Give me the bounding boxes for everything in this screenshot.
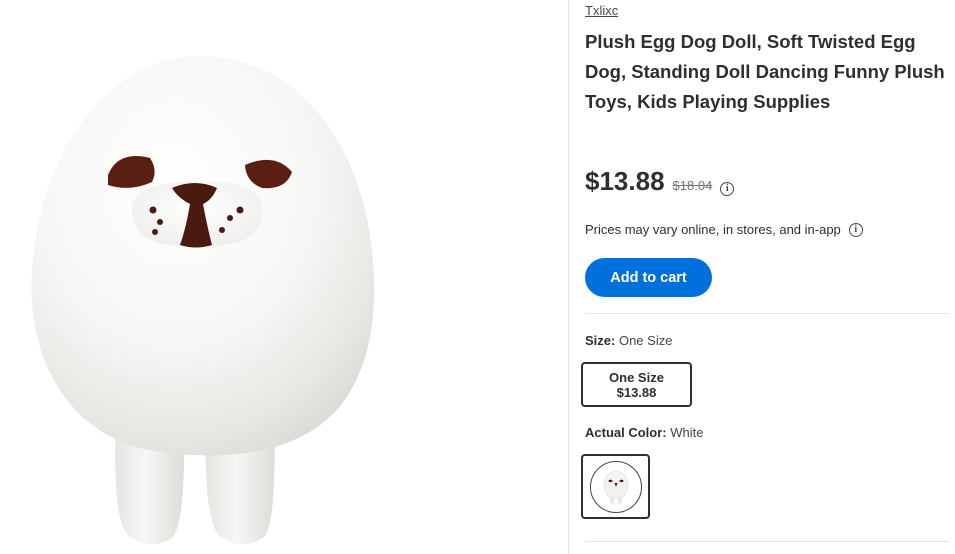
price-disclaimer-row: Prices may vary online, in stores, and i… — [585, 222, 863, 237]
was-price: $18.04 — [672, 178, 713, 193]
brand-link[interactable]: Txlixc — [585, 3, 618, 18]
disclaimer-info-icon[interactable]: i — [848, 222, 863, 237]
plush-egg-dog-image[interactable] — [0, 0, 568, 554]
white-egg-dog-thumbnail — [603, 470, 628, 504]
section-divider — [585, 313, 949, 314]
price-info-icon[interactable]: i — [720, 182, 735, 196]
panel-divider — [568, 0, 569, 554]
current-price: $13.88 — [585, 166, 665, 196]
color-swatch-white[interactable] — [581, 454, 650, 519]
color-selected-value: White — [670, 425, 704, 440]
product-image-panel — [0, 0, 568, 554]
swatch-circle — [589, 460, 642, 513]
size-variant-label: Size: One Size — [585, 333, 672, 348]
color-label: Actual Color: — [585, 425, 667, 440]
price-row: $13.88 $18.04 i — [585, 166, 735, 197]
product-page: Txlixc Plush Egg Dog Doll, Soft Twisted … — [0, 0, 955, 554]
size-option-name: One Size — [609, 370, 664, 385]
product-title: Plush Egg Dog Doll, Soft Twisted Egg Dog… — [585, 31, 945, 112]
color-variant-label: Actual Color: White — [585, 425, 703, 440]
price-disclaimer-text: Prices may vary online, in stores, and i… — [585, 222, 841, 237]
size-option-price: $13.88 — [616, 385, 657, 400]
size-label: Size: — [585, 333, 616, 348]
add-to-cart-button[interactable]: Add to cart — [585, 258, 712, 297]
size-option-chip[interactable]: One Size $13.88 — [581, 362, 692, 407]
bottom-divider — [585, 541, 949, 542]
size-selected-value: One Size — [618, 333, 673, 348]
